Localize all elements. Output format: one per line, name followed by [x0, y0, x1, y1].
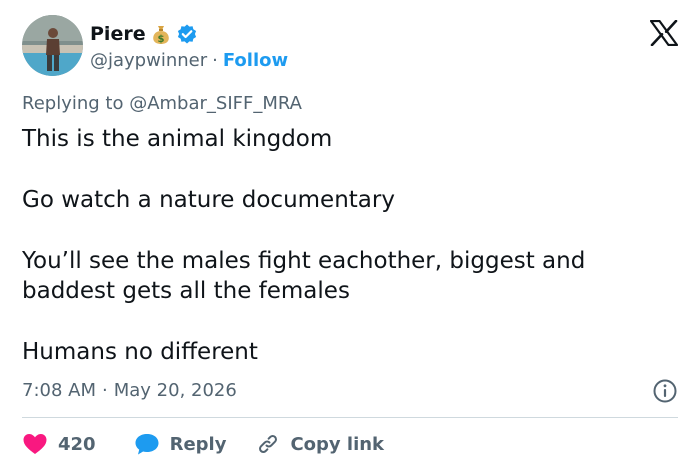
money-bag-icon: $	[150, 23, 172, 45]
handle-separator: ·	[212, 49, 218, 71]
author-name-row: Piere $	[90, 22, 198, 46]
author-handle-row: @jaypwinner · Follow	[90, 48, 288, 72]
copy-link-button[interactable]: Copy link	[256, 432, 384, 456]
link-icon	[259, 435, 278, 453]
tweet-actions: 420 Reply Copy link	[22, 430, 384, 458]
tweet-date: May 20, 2026	[113, 380, 237, 401]
tweet-card: Piere $ @jaypwinner · Follow Replying to…	[0, 0, 700, 471]
reply-context: Replying to @Ambar_SIFF_MRA	[22, 93, 302, 114]
author-display-name[interactable]: Piere	[90, 23, 146, 45]
tweet-timestamp[interactable]: 7:08 AM · May 20, 2026	[22, 380, 237, 401]
reply-button[interactable]: Reply	[134, 432, 227, 456]
info-icon[interactable]	[652, 378, 678, 404]
timestamp-separator: ·	[102, 380, 108, 401]
avatar-image	[22, 15, 83, 76]
verified-badge-icon	[176, 23, 198, 45]
follow-button[interactable]: Follow	[223, 50, 288, 71]
tweet-line: Go watch a nature documentary	[22, 187, 395, 213]
reply-label: Reply	[169, 433, 227, 455]
x-logo-icon[interactable]	[649, 19, 679, 47]
divider	[22, 417, 678, 418]
avatar[interactable]	[22, 15, 83, 76]
tweet-line: Humans no different	[22, 339, 258, 365]
tweet-time: 7:08 AM	[22, 380, 96, 401]
like-count: 420	[58, 433, 96, 455]
speech-bubble-icon	[135, 434, 159, 455]
heart-icon	[23, 434, 47, 454]
author-handle[interactable]: @jaypwinner	[90, 50, 207, 71]
reply-context-prefix: Replying to	[22, 93, 130, 114]
svg-text:$: $	[157, 34, 164, 45]
tweet-line: This is the animal kingdom	[22, 126, 333, 152]
copy-link-label: Copy link	[290, 433, 385, 455]
reply-mention-link[interactable]: @Ambar_SIFF_MRA	[129, 93, 302, 114]
like-button[interactable]: 420	[22, 432, 96, 456]
tweet-text: This is the animal kingdom Go watch a na…	[22, 124, 682, 367]
tweet-line: You’ll see the males fight eachother, bi…	[22, 248, 586, 304]
